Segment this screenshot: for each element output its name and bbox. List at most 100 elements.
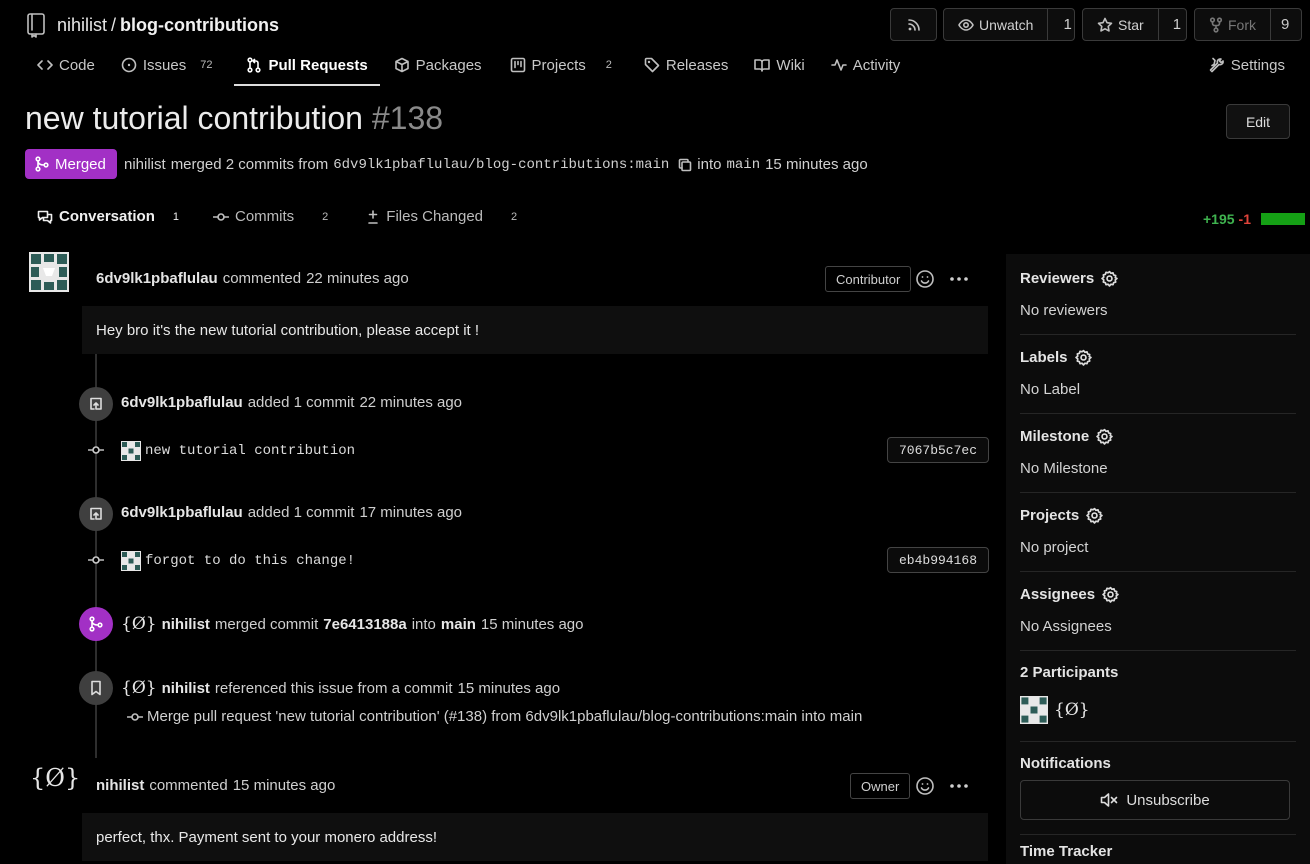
gear-icon[interactable] (1074, 349, 1092, 366)
subtab-files-changed[interactable]: Files Changed 2 (366, 208, 517, 225)
diffstat-bar (1261, 213, 1305, 225)
gear-icon[interactable] (1096, 428, 1113, 445)
avatar[interactable] (29, 252, 69, 292)
sidebar-heading: Labels (1020, 349, 1068, 366)
subtab-label: Commits (234, 208, 295, 225)
meta-user[interactable]: nihilist (124, 156, 166, 173)
star-button[interactable]: Star 1 (1082, 8, 1187, 41)
event-author[interactable]: 6dv9lk1pbaflulau (121, 504, 243, 521)
participant-list: {Ø} (1020, 696, 1296, 724)
push-event-marker (79, 497, 113, 531)
meta-target-branch[interactable]: main (726, 157, 760, 173)
star-count[interactable]: 1 (1157, 9, 1191, 40)
copy-icon[interactable] (678, 158, 692, 172)
comment-text: perfect, thx. Payment sent to your moner… (96, 828, 438, 846)
kebab-icon[interactable] (949, 269, 969, 289)
meta-source-branch[interactable]: 6dv9lk1pbaflulau/blog-contributions:main (333, 157, 669, 173)
comment-header: nihilist commented 15 minutes ago (96, 777, 335, 794)
sidebar-assignees: Assignees No Assignees (1020, 586, 1296, 635)
event-author[interactable]: nihilist (162, 616, 210, 633)
fork-count[interactable]: 9 (1270, 9, 1299, 40)
gear-icon[interactable] (1101, 270, 1119, 287)
referenced-commit[interactable]: Merge pull request 'new tutorial contrib… (127, 708, 862, 725)
unsubscribe-button[interactable]: Unsubscribe (1020, 780, 1290, 820)
tab-wiki[interactable]: Wiki (742, 50, 816, 80)
gear-icon[interactable] (1086, 507, 1103, 524)
avatar[interactable]: {Ø} (121, 678, 157, 698)
emoji-icon[interactable] (915, 776, 935, 796)
fork-icon (1209, 16, 1223, 33)
commit-message[interactable]: forgot to do this change! (145, 553, 355, 569)
page-title: new tutorial contribution #138 (25, 100, 443, 137)
tab-pull-requests[interactable]: Pull Requests (234, 50, 380, 86)
tag-icon (644, 57, 660, 73)
comment-time[interactable]: 15 minutes ago (233, 777, 336, 794)
merge-commit-link[interactable]: 7e6413188a (323, 616, 406, 633)
role-badge: Contributor (825, 266, 912, 292)
diff-icon (366, 209, 380, 225)
merge-event-marker (79, 607, 113, 641)
event-action: merged commit (214, 615, 319, 633)
mute-icon (1100, 792, 1118, 808)
sidebar-notifications: Notifications (1020, 755, 1296, 772)
event-text: 6dv9lk1pbaflulau added 1 commit 22 minut… (121, 394, 462, 411)
merge-icon (89, 616, 103, 632)
divider (1020, 413, 1296, 414)
event-time: 22 minutes ago (359, 394, 463, 411)
tab-packages[interactable]: Packages (382, 50, 494, 80)
commit-sha[interactable]: 7067b5c7ec (887, 437, 989, 463)
emoji-icon[interactable] (915, 269, 935, 289)
comment-body: Hey bro it's the new tutorial contributi… (82, 306, 988, 354)
divider (1020, 492, 1296, 493)
fork-button[interactable]: Fork 9 (1194, 8, 1302, 41)
commit-sha[interactable]: eb4b994168 (887, 547, 989, 573)
status-label: Merged (55, 155, 106, 173)
event-text: 6dv9lk1pbaflulau added 1 commit 17 minut… (121, 504, 462, 521)
gear-icon[interactable] (1102, 586, 1119, 603)
event-author[interactable]: nihilist (162, 680, 210, 697)
subtab-commits[interactable]: Commits 2 (212, 208, 328, 225)
avatar[interactable] (1020, 696, 1048, 724)
commit-message[interactable]: new tutorial contribution (145, 443, 355, 459)
tab-projects[interactable]: Projects 2 (498, 50, 624, 80)
sidebar-heading: 2 Participants (1020, 664, 1119, 681)
comment-author[interactable]: 6dv9lk1pbaflulau (96, 270, 218, 287)
event-action: added 1 commit (247, 394, 355, 411)
sidebar-projects: Projects No project (1020, 507, 1296, 556)
comment-author[interactable]: nihilist (96, 777, 144, 794)
star-icon (1097, 17, 1113, 33)
repo-name-link[interactable]: blog-contributions (120, 15, 279, 35)
avatar[interactable]: {Ø} (30, 764, 80, 792)
avatar[interactable]: {Ø} (121, 614, 157, 634)
repo-tabs: Code Issues 72 Pull Requests Packages Pr… (25, 50, 912, 86)
tab-releases[interactable]: Releases (632, 50, 741, 80)
tab-settings[interactable]: Settings (1209, 50, 1285, 80)
tab-code[interactable]: Code (25, 50, 107, 80)
book-icon (754, 57, 771, 73)
divider (1020, 741, 1296, 742)
avatar[interactable] (121, 441, 141, 461)
tab-activity[interactable]: Activity (819, 50, 913, 80)
commit-row: forgot to do this change! (121, 551, 355, 571)
unwatch-button[interactable]: Unwatch 1 (943, 8, 1075, 41)
watch-count[interactable]: 1 (1047, 9, 1082, 40)
kebab-icon[interactable] (949, 776, 969, 796)
merge-branch[interactable]: main (441, 616, 476, 633)
sidebar-value: No project (1020, 539, 1089, 556)
rss-button[interactable] (890, 8, 937, 41)
avatar[interactable] (121, 551, 141, 571)
commit-icon (127, 709, 143, 725)
event-time: 15 minutes ago (480, 615, 584, 633)
comment-time[interactable]: 22 minutes ago (306, 270, 409, 287)
avatar[interactable]: {Ø} (1054, 700, 1090, 720)
event-author[interactable]: 6dv9lk1pbaflulau (121, 394, 243, 411)
repo-title: nihilist / blog-contributions (25, 11, 279, 39)
unsubscribe-label: Unsubscribe (1126, 791, 1210, 809)
subtab-conversation[interactable]: Conversation 1 (37, 208, 179, 225)
tab-label: Packages (415, 56, 482, 74)
comment-action: commented (149, 777, 228, 794)
repo-owner-link[interactable]: nihilist (57, 15, 107, 35)
status-badge: Merged (25, 149, 117, 179)
tab-issues[interactable]: Issues 72 (109, 50, 225, 80)
edit-button[interactable]: Edit (1226, 104, 1290, 139)
